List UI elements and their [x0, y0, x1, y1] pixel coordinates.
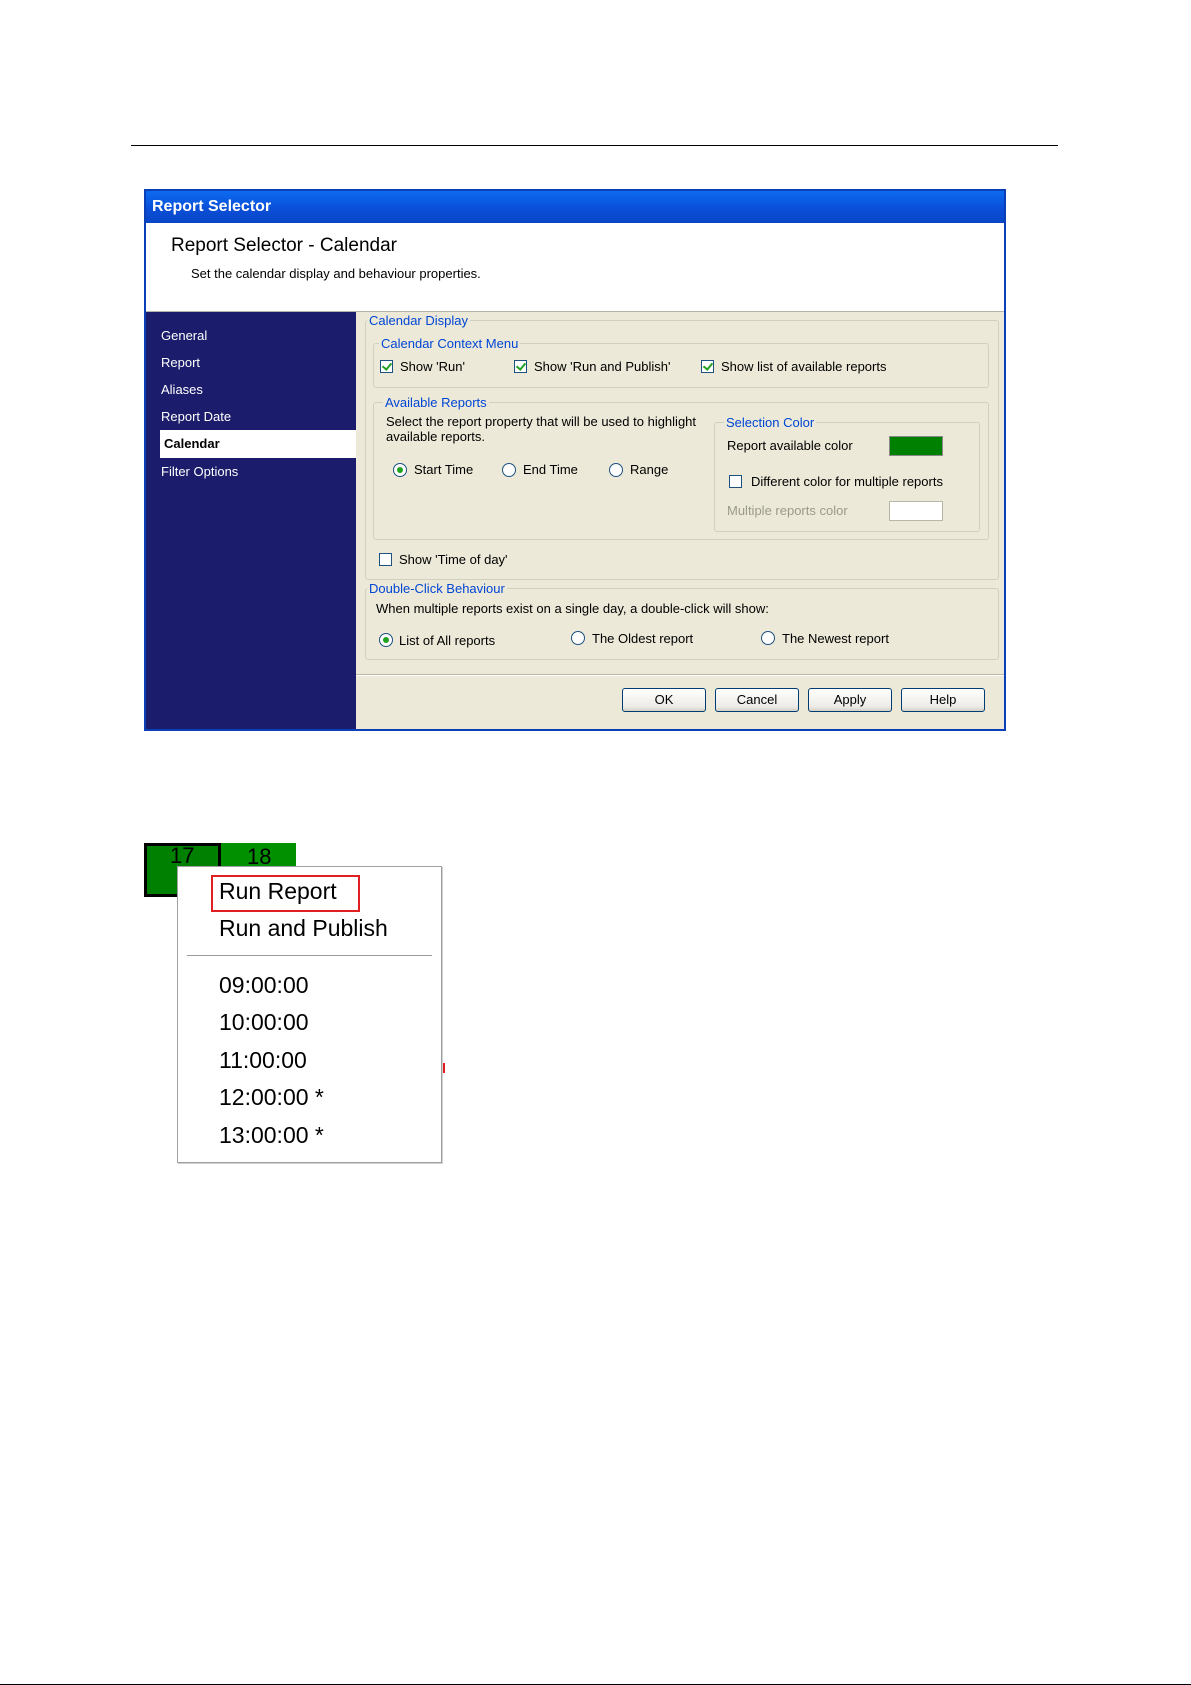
different-color-checkbox[interactable] — [729, 475, 742, 488]
show-list-checkbox[interactable] — [701, 360, 714, 373]
menu-item-time-1000[interactable]: 10:00:00 — [219, 1007, 309, 1037]
page-title: Report Selector - Calendar — [171, 235, 397, 256]
available-reports-description-2: available reports. — [386, 429, 485, 444]
show-run-checkbox[interactable] — [380, 360, 393, 373]
available-reports-description: Select the report property that will be … — [386, 414, 697, 429]
show-time-of-day-checkbox[interactable] — [379, 553, 392, 566]
start-time-label: Start Time — [414, 462, 474, 477]
calendar-display-group: Calendar Display Calendar Context Menu S… — [365, 313, 999, 580]
double-click-group: Double-Click Behaviour When multiple rep… — [365, 581, 999, 660]
menu-item-time-1100[interactable]: 11:00:00 — [219, 1045, 307, 1075]
sidebar-item-report[interactable]: Report — [161, 349, 200, 377]
calendar-context-menu: Run Report Run and Publish 09:00:00 10:0… — [177, 866, 442, 1163]
range-label: Range — [630, 462, 669, 477]
settings-panel: Calendar Display Calendar Context Menu S… — [356, 312, 1004, 729]
red-marker — [443, 1063, 445, 1073]
show-time-of-day-label: Show 'Time of day' — [399, 552, 508, 567]
show-run-label: Show 'Run' — [400, 359, 465, 374]
show-run-publish-label: Show 'Run and Publish' — [534, 359, 671, 374]
oldest-report-radio[interactable] — [571, 631, 585, 645]
calendar-display-legend: Calendar Display — [367, 313, 470, 328]
show-run-publish-checkbox[interactable] — [514, 360, 527, 373]
sidebar-item-aliases[interactable]: Aliases — [161, 376, 203, 404]
list-all-reports-radio[interactable] — [379, 633, 393, 647]
selection-color-legend: Selection Color — [724, 415, 817, 430]
sidebar: General Report Aliases Report Date Calen… — [146, 312, 356, 729]
menu-separator — [187, 955, 432, 957]
menu-item-time-1300[interactable]: 13:00:00 * — [219, 1120, 324, 1150]
double-click-description: When multiple reports exist on a single … — [376, 601, 769, 616]
button-bar-divider — [356, 674, 1004, 676]
dialog-header: Report Selector - Calendar Set the calen… — [146, 223, 1004, 312]
list-all-reports-label: List of All reports — [399, 633, 496, 648]
menu-item-run-and-publish[interactable]: Run and Publish — [219, 913, 388, 943]
multiple-color-swatch[interactable] — [889, 501, 943, 521]
sidebar-item-report-date[interactable]: Report Date — [161, 403, 231, 431]
available-reports-group: Available Reports Select the report prop… — [373, 395, 989, 540]
menu-item-run-report[interactable]: Run Report — [219, 876, 337, 906]
multiple-color-label: Multiple reports color — [727, 503, 848, 518]
report-selector-dialog: Report Selector Report Selector - Calend… — [144, 189, 1006, 731]
show-list-label: Show list of available reports — [721, 359, 887, 374]
double-click-legend: Double-Click Behaviour — [367, 581, 507, 596]
different-color-label: Different color for multiple reports — [751, 474, 943, 489]
page-subtitle: Set the calendar display and behaviour p… — [191, 266, 481, 281]
sidebar-item-calendar[interactable]: Calendar — [160, 430, 356, 458]
newest-report-radio[interactable] — [761, 631, 775, 645]
sidebar-item-general[interactable]: General — [161, 322, 207, 350]
context-menu-legend: Calendar Context Menu — [379, 336, 521, 351]
newest-report-label: The Newest report — [782, 631, 889, 646]
available-color-label: Report available color — [727, 438, 853, 453]
available-reports-legend: Available Reports — [383, 395, 489, 410]
context-menu-group: Calendar Context Menu Show 'Run' Show 'R… — [373, 336, 989, 388]
cancel-button[interactable]: Cancel — [715, 688, 799, 712]
menu-item-time-1200[interactable]: 12:00:00 * — [219, 1082, 324, 1112]
sidebar-item-filter-options[interactable]: Filter Options — [161, 458, 238, 486]
start-time-radio[interactable] — [393, 463, 407, 477]
apply-button[interactable]: Apply — [808, 688, 892, 712]
help-button[interactable]: Help — [901, 688, 985, 712]
selection-color-group: Selection Color Report available color D… — [714, 415, 980, 532]
menu-item-time-0900[interactable]: 09:00:00 — [219, 970, 309, 1000]
available-color-swatch[interactable] — [889, 436, 943, 456]
oldest-report-label: The Oldest report — [592, 631, 694, 646]
end-time-label: End Time — [523, 462, 578, 477]
range-radio[interactable] — [609, 463, 623, 477]
ok-button[interactable]: OK — [622, 688, 706, 712]
dialog-titlebar[interactable]: Report Selector — [146, 191, 1004, 223]
page-header-rule — [131, 145, 1058, 146]
end-time-radio[interactable] — [502, 463, 516, 477]
